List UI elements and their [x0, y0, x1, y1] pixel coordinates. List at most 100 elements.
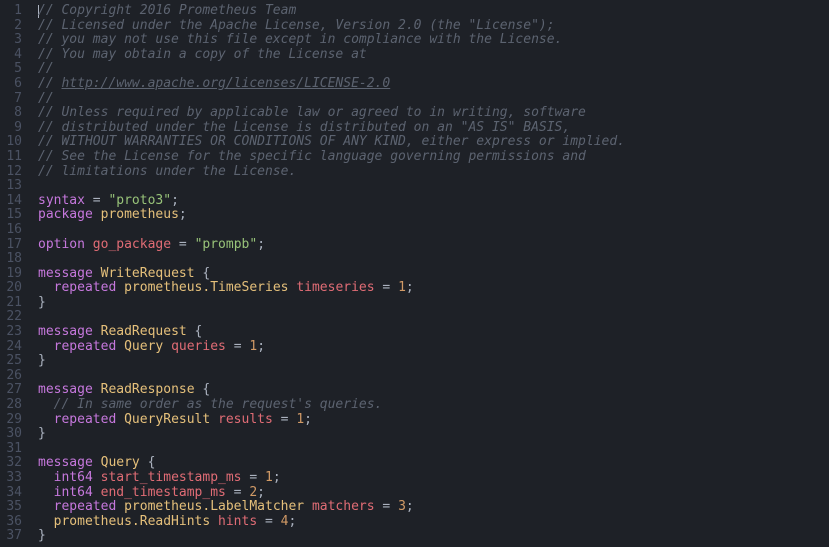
code-line[interactable]: // limitations under the License.	[38, 165, 829, 180]
token-punct: }	[38, 295, 46, 310]
line-number: 16	[6, 223, 22, 238]
code-line[interactable]: // Copyright 2016 Prometheus Team	[38, 4, 829, 19]
code-line[interactable]: int64 end_timestamp_ms = 2;	[38, 486, 829, 501]
token-punct	[116, 412, 124, 427]
token-comment: //	[38, 61, 54, 76]
code-line[interactable]: repeated QueryResult results = 1;	[38, 413, 829, 428]
code-line[interactable]: option go_package = "prompb";	[38, 238, 829, 253]
line-number: 37	[6, 529, 22, 544]
line-number: 36	[6, 515, 22, 530]
line-number-gutter: 1234567891011121314151617181920212223242…	[0, 0, 32, 547]
token-punct: }	[38, 528, 46, 543]
token-comment: //	[38, 76, 61, 91]
code-line[interactable]: message ReadRequest {	[38, 325, 829, 340]
token-punct: =	[226, 339, 249, 354]
code-line[interactable]: }	[38, 427, 829, 442]
token-comment: // limitations under the License.	[38, 164, 296, 179]
token-type: QueryResult	[124, 412, 210, 427]
code-line[interactable]: }	[38, 354, 829, 369]
code-line[interactable]: message ReadResponse {	[38, 383, 829, 398]
token-comment: // distributed under the License is dist…	[38, 120, 570, 135]
code-line[interactable]: // In same order as the request's querie…	[38, 398, 829, 413]
code-line[interactable]: repeated prometheus.TimeSeries timeserie…	[38, 281, 829, 296]
token-punct	[304, 499, 312, 514]
token-punct	[93, 455, 101, 470]
code-line[interactable]: message WriteRequest {	[38, 267, 829, 282]
code-line[interactable]: repeated Query queries = 1;	[38, 340, 829, 355]
token-ident: go_package	[93, 237, 171, 252]
code-line[interactable]	[38, 310, 829, 325]
code-line[interactable]: }	[38, 296, 829, 311]
line-number: 11	[6, 150, 22, 165]
code-line[interactable]: }	[38, 529, 829, 544]
token-punct	[38, 280, 54, 295]
token-number: 2	[249, 485, 257, 500]
token-number: 1	[398, 280, 406, 295]
code-line[interactable]: // you may not use this file except in c…	[38, 33, 829, 48]
token-punct	[85, 237, 93, 252]
code-line[interactable]: message Query {	[38, 456, 829, 471]
code-line[interactable]: //	[38, 62, 829, 77]
token-punct	[93, 485, 101, 500]
line-number: 32	[6, 456, 22, 471]
code-line[interactable]	[38, 223, 829, 238]
line-number: 24	[6, 340, 22, 355]
line-number: 27	[6, 383, 22, 398]
token-keyword: repeated	[54, 499, 117, 514]
token-punct	[93, 470, 101, 485]
token-punct: ;	[288, 514, 296, 529]
token-keyword: option	[38, 237, 85, 252]
token-comment: // In same order as the request's querie…	[54, 397, 383, 412]
line-number: 31	[6, 442, 22, 457]
token-punct	[163, 339, 171, 354]
code-line[interactable]	[38, 369, 829, 384]
line-number: 33	[6, 471, 22, 486]
code-line[interactable]: repeated prometheus.LabelMatcher matcher…	[38, 500, 829, 515]
code-line[interactable]: // Licensed under the Apache License, Ve…	[38, 19, 829, 34]
token-ident: end_timestamp_ms	[101, 485, 226, 500]
line-number: 9	[6, 121, 22, 136]
line-number: 5	[6, 62, 22, 77]
token-ident: results	[218, 412, 273, 427]
token-comment: // You may obtain a copy of the License …	[38, 47, 367, 62]
token-punct	[210, 412, 218, 427]
token-punct: ;	[171, 193, 179, 208]
token-punct: ;	[304, 412, 312, 427]
token-ident: matchers	[312, 499, 375, 514]
token-punct: =	[171, 237, 194, 252]
code-line[interactable]	[38, 179, 829, 194]
code-line[interactable]	[38, 442, 829, 457]
line-number: 25	[6, 354, 22, 369]
code-line[interactable]: package prometheus;	[38, 208, 829, 223]
code-line[interactable]	[38, 252, 829, 267]
code-line[interactable]: prometheus.ReadHints hints = 4;	[38, 515, 829, 530]
code-line[interactable]: syntax = "proto3";	[38, 194, 829, 209]
token-type: prometheus.ReadHints	[54, 514, 211, 529]
token-punct: ;	[179, 207, 187, 222]
line-number: 28	[6, 398, 22, 413]
code-line[interactable]: // http://www.apache.org/licenses/LICENS…	[38, 77, 829, 92]
code-line[interactable]: int64 start_timestamp_ms = 1;	[38, 471, 829, 486]
code-line[interactable]: // See the License for the specific lang…	[38, 150, 829, 165]
code-line[interactable]: // distributed under the License is dist…	[38, 121, 829, 136]
line-number: 7	[6, 92, 22, 107]
token-comment: // WITHOUT WARRANTIES OR CONDITIONS OF A…	[38, 134, 625, 149]
code-line[interactable]: //	[38, 92, 829, 107]
code-line[interactable]: // Unless required by applicable law or …	[38, 106, 829, 121]
token-keyword: message	[38, 266, 93, 281]
token-punct: ;	[273, 470, 281, 485]
token-keyword: message	[38, 324, 93, 339]
token-punct: ;	[406, 499, 414, 514]
line-number: 21	[6, 296, 22, 311]
code-line[interactable]: // WITHOUT WARRANTIES OR CONDITIONS OF A…	[38, 135, 829, 150]
line-number: 30	[6, 427, 22, 442]
token-punct: =	[85, 193, 108, 208]
line-number: 17	[6, 238, 22, 253]
code-line[interactable]: // You may obtain a copy of the License …	[38, 48, 829, 63]
token-punct: =	[257, 514, 280, 529]
code-editor-area[interactable]: // Copyright 2016 Prometheus Team// Lice…	[32, 0, 829, 547]
line-number: 20	[6, 281, 22, 296]
token-keyword: message	[38, 455, 93, 470]
line-number: 19	[6, 267, 22, 282]
line-number: 12	[6, 165, 22, 180]
